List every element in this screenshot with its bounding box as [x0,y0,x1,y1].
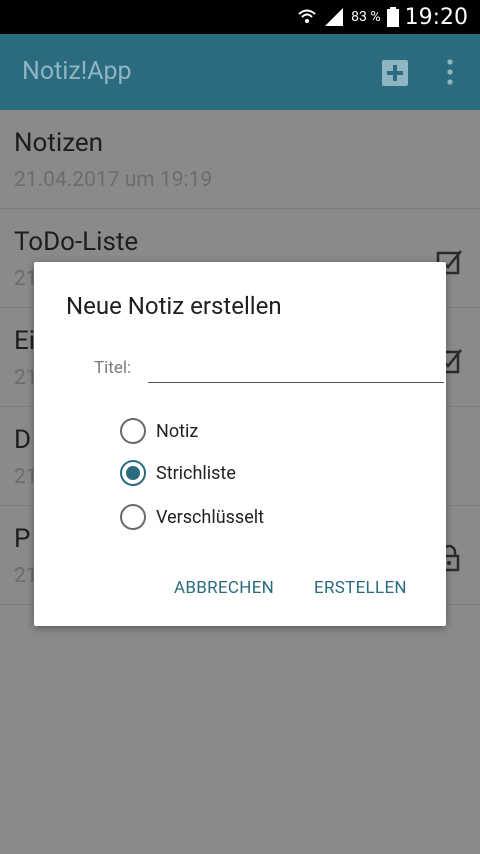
list-item[interactable]: Notizen 21.04.2017 um 19:19 [0,110,480,209]
radio-label: Notiz [156,420,199,442]
battery-percent: 83 % [351,9,381,25]
dialog-title: Neue Notiz erstellen [66,292,282,320]
title-input[interactable] [148,350,444,383]
radio-button[interactable] [120,504,146,530]
note-title: Ei [14,326,36,356]
title-label: Titel: [94,358,132,378]
more-options-icon[interactable] [440,58,460,86]
radio-label: Verschlüsselt [156,506,265,528]
app-bar: Notiz!App [0,34,480,110]
status-bar: 83 % 19:20 [0,0,480,34]
create-button[interactable]: ERSTELLEN [314,578,407,598]
battery-icon [386,7,399,27]
note-title: Notizen [14,128,104,158]
note-title: ToDo-Liste [14,227,139,257]
note-title: D [14,425,32,455]
add-note-icon[interactable] [382,60,408,86]
cancel-button[interactable]: ABBRECHEN [174,578,274,598]
status-icons: 83 % 19:20 [297,0,468,34]
clock: 19:20 [404,4,468,30]
note-date: 21.04.2017 um 19:19 [14,168,213,192]
note-title: P [14,524,31,554]
radio-button-selected[interactable] [120,460,146,486]
wifi-icon [298,9,316,23]
app-title: Notiz!App [22,57,132,86]
radio-option-notiz[interactable]: Notiz [120,416,198,446]
signal-icon [325,8,344,26]
radio-option-strichliste[interactable]: Strichliste [120,458,236,488]
radio-option-verschluesselt[interactable]: Verschlüsselt [120,502,264,532]
radio-label: Strichliste [156,462,236,484]
new-note-dialog: Neue Notiz erstellen Titel: Notiz Strich… [34,262,446,626]
radio-button[interactable] [120,418,146,444]
